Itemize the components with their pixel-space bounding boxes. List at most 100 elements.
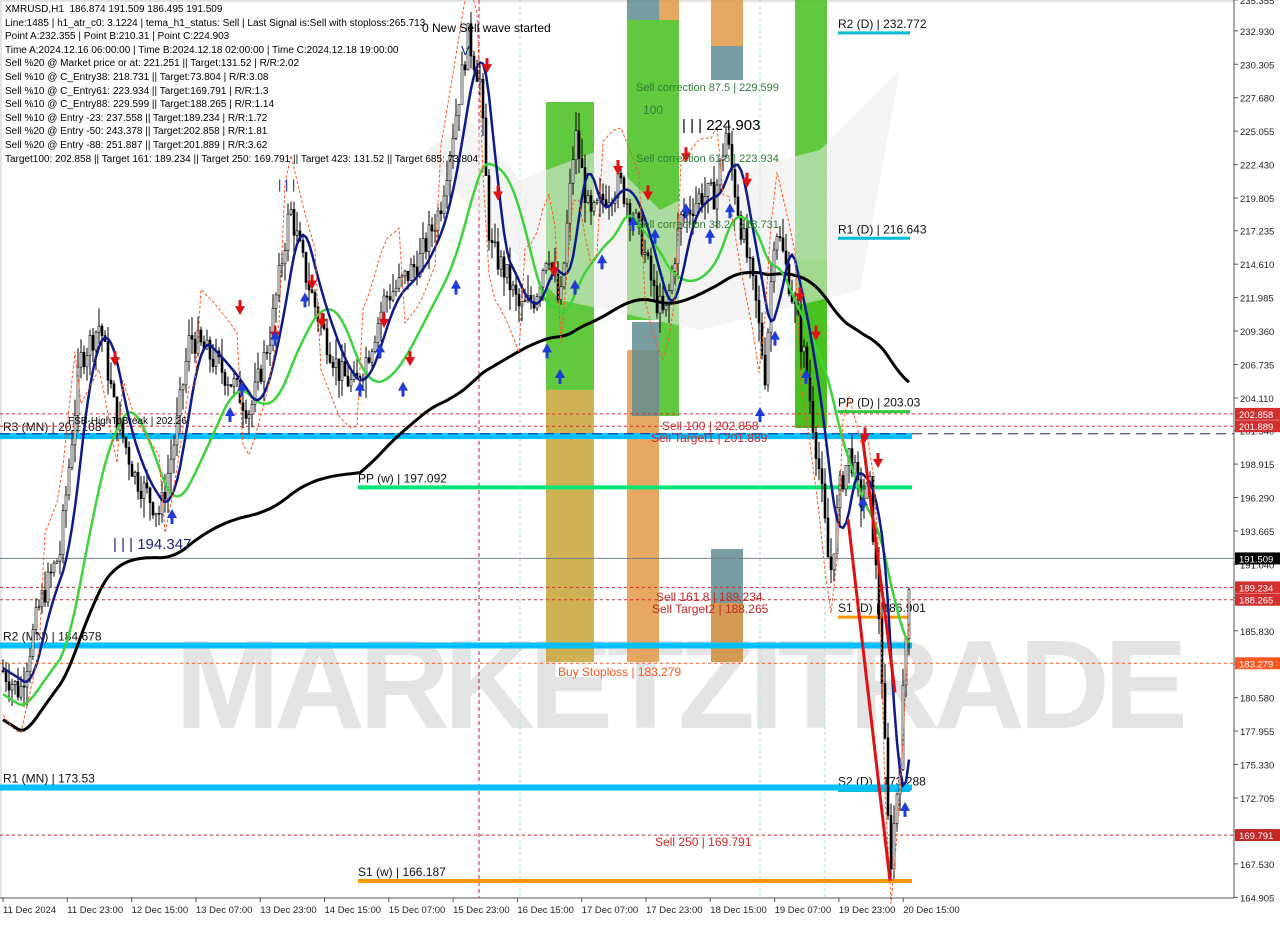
candle-body bbox=[655, 285, 659, 314]
info-line: Sell %10 @ C_Entry61: 223.934 || Target:… bbox=[5, 85, 269, 97]
candle-body bbox=[100, 325, 104, 336]
candle-body bbox=[388, 296, 392, 301]
chart-annotation: | | | 194.347 bbox=[113, 536, 191, 553]
candle-body bbox=[409, 264, 413, 281]
candle-body bbox=[199, 329, 203, 343]
candle-body bbox=[163, 492, 167, 500]
candle-body bbox=[541, 270, 545, 288]
candle-body bbox=[814, 432, 818, 459]
candle-body bbox=[328, 354, 332, 363]
x-tick-label: 13 Dec 23:00 bbox=[260, 905, 317, 916]
candle-body bbox=[61, 510, 65, 555]
candle-body bbox=[709, 181, 713, 184]
candle-body bbox=[889, 815, 893, 870]
y-tick-label: 227.680 bbox=[1240, 94, 1274, 105]
candle-body bbox=[1, 670, 5, 672]
candle-body bbox=[769, 281, 773, 333]
candle-body bbox=[37, 605, 41, 608]
candle-body bbox=[901, 685, 905, 770]
candle-body bbox=[490, 239, 494, 243]
y-tick-label: 193.665 bbox=[1240, 527, 1274, 538]
chart-annotation: Sell Target2 | 188.265 bbox=[652, 602, 769, 616]
candle-body bbox=[637, 212, 641, 219]
candle-body bbox=[256, 368, 260, 383]
candle-body bbox=[124, 437, 128, 448]
candle-body bbox=[430, 224, 434, 232]
candle-body bbox=[274, 294, 278, 309]
info-line: Sell %20 @ Entry -88: 251.887 || Target:… bbox=[5, 139, 268, 151]
candle-body bbox=[406, 270, 410, 281]
pivot-label: PP (w) | 197.092 bbox=[358, 471, 447, 485]
x-tick-label: 12 Dec 15:00 bbox=[132, 905, 189, 916]
candle-body bbox=[64, 494, 68, 512]
candle-body bbox=[727, 133, 731, 145]
chart-annotation: Sell 250 | 169.791 bbox=[655, 835, 752, 849]
candle-body bbox=[781, 237, 785, 252]
candle-body bbox=[829, 556, 833, 571]
info-line: Target100: 202.858 || Target 161: 189.23… bbox=[5, 153, 479, 165]
candle-body bbox=[58, 554, 62, 562]
candle-body bbox=[106, 341, 110, 381]
candle-body bbox=[511, 284, 515, 291]
candle-body bbox=[91, 335, 95, 351]
candle-body bbox=[394, 287, 398, 293]
info-line: Time A:2024.12.16 06:00:00 | Time B:2024… bbox=[5, 44, 399, 56]
candle-body bbox=[745, 228, 749, 258]
candle-body bbox=[151, 502, 155, 516]
candle-body bbox=[493, 241, 497, 244]
info-line: Point A:232.355 | Point B:210.31 | Point… bbox=[5, 31, 230, 43]
candle-body bbox=[508, 264, 512, 291]
info-line: Line:1485 | h1_atr_c0: 3.1224 | tema_h1_… bbox=[5, 17, 426, 29]
chart-annotation: Sell correction 38.2 | 218.731 bbox=[636, 219, 779, 231]
candle-body bbox=[748, 257, 752, 259]
candle-body bbox=[208, 339, 212, 360]
candle-body bbox=[181, 384, 185, 391]
x-tick-label: 11 Dec 2024 bbox=[3, 905, 56, 916]
candle-body bbox=[325, 328, 329, 356]
candle-body bbox=[94, 331, 98, 351]
price-tag-label: 183.279 bbox=[1239, 659, 1273, 670]
chart-annotation: Buy Stoploss | 183.279 bbox=[558, 665, 682, 679]
x-tick-label: 15 Dec 07:00 bbox=[389, 905, 446, 916]
candle-body bbox=[580, 158, 584, 168]
price-tag-label: 201.889 bbox=[1239, 422, 1273, 433]
zone-box bbox=[711, 46, 743, 80]
candle-body bbox=[844, 464, 848, 490]
candle-body bbox=[148, 487, 152, 503]
x-tick-label: 13 Dec 07:00 bbox=[196, 905, 253, 916]
candle-body bbox=[811, 401, 815, 433]
candle-body bbox=[52, 562, 56, 573]
candle-body bbox=[442, 195, 446, 215]
candle-body bbox=[142, 482, 146, 499]
candle-body bbox=[886, 737, 890, 816]
candle-body bbox=[646, 252, 650, 257]
candle-body bbox=[826, 517, 830, 558]
x-tick-label: 19 Dec 23:00 bbox=[839, 905, 896, 916]
x-tick-label: 15 Dec 23:00 bbox=[453, 905, 510, 916]
candle-body bbox=[775, 236, 779, 251]
candle-body bbox=[370, 351, 374, 363]
candle-body bbox=[841, 475, 845, 490]
candle-body bbox=[265, 351, 269, 354]
candle-body bbox=[778, 236, 782, 239]
candle-body bbox=[421, 238, 425, 254]
candle-body bbox=[229, 384, 233, 387]
info-line: Sell %10 @ C_Entry88: 229.599 || Target:… bbox=[5, 99, 275, 111]
candle-body bbox=[193, 338, 197, 354]
candle-body bbox=[592, 202, 596, 212]
current-price-label: 191.509 bbox=[1239, 554, 1273, 565]
watermark: MARKETZITRADE bbox=[175, 614, 1184, 755]
candle-body bbox=[373, 341, 377, 352]
info-line: Sell %10 @ Entry -23: 237.558 || Target:… bbox=[5, 112, 268, 124]
candle-body bbox=[19, 685, 23, 698]
candle-body bbox=[211, 358, 215, 367]
candle-body bbox=[832, 553, 836, 571]
candle-body bbox=[349, 379, 353, 387]
candle-body bbox=[85, 355, 89, 368]
candle-body bbox=[649, 255, 653, 281]
chart-annotation: Sell correction 61.8 | 223.934 bbox=[636, 153, 779, 165]
candle-body bbox=[301, 240, 305, 253]
candle-body bbox=[385, 295, 389, 298]
candle-body bbox=[169, 458, 173, 474]
candle-body bbox=[766, 331, 770, 386]
